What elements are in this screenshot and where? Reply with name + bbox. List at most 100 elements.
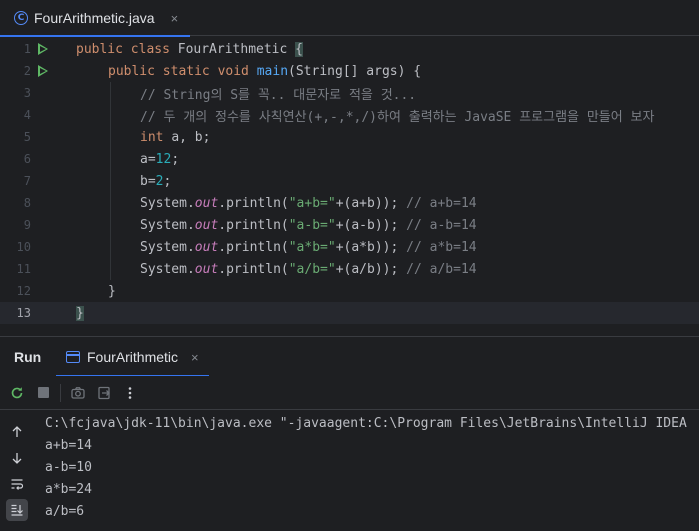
code-line[interactable]: 13} — [0, 302, 699, 324]
console-line: a*b=24 — [45, 481, 92, 497]
editor-tab-bar: C FourArithmetic.java × — [0, 0, 699, 37]
indent-guide — [110, 104, 111, 126]
code-text: a= 12; — [69, 148, 179, 170]
code-token: // a+b=14 — [406, 195, 477, 211]
gutter — [31, 65, 69, 77]
code-token: .println( — [218, 239, 289, 255]
arrow-down-icon[interactable] — [6, 447, 28, 469]
console-line: a+b=14 — [45, 437, 92, 453]
run-config-tab[interactable]: FourArithmetic × — [56, 337, 209, 377]
line-number: 3 — [23, 86, 31, 100]
code-text: System. out .println("a*b=" +(a*b)); // a*b… — [69, 236, 477, 258]
code-token: } — [108, 283, 116, 299]
run-gutter-icon[interactable] — [38, 43, 48, 55]
code-token: a, b; — [171, 129, 211, 145]
run-gutter-icon[interactable] — [38, 65, 48, 77]
code-line[interactable]: 4 // 두 개의 정수를 사칙연산(+,-,*,/)하여 출력하는 JavaSE… — [0, 104, 699, 126]
code-line[interactable]: 8 System. out .println("a+b=" +(a+b)); // a+… — [0, 192, 699, 214]
code-line[interactable]: 3 // String의 S를 꼭.. 대문자로 적을 것... — [0, 82, 699, 104]
code-text: // String의 S를 꼭.. 대문자로 적을 것... — [69, 82, 416, 104]
code-line[interactable]: 11 System. out .println("a/b=" +(a/b)); // a… — [0, 258, 699, 280]
scroll-to-end-icon[interactable] — [6, 499, 28, 521]
code-editor[interactable]: 1 public class FourArithmetic { 2 public st… — [0, 37, 699, 327]
code-token: { — [295, 41, 303, 57]
code-token: int — [140, 129, 172, 145]
console-output[interactable]: C:\fcjava\jdk-11\bin\java.exe "-javaagen… — [45, 411, 699, 531]
line-number: 13 — [16, 306, 31, 320]
indent-guide — [110, 148, 111, 170]
code-line[interactable]: 7 b= 2; — [0, 170, 699, 192]
code-token: .println( — [218, 195, 289, 211]
code-line[interactable]: 6 a= 12; — [0, 148, 699, 170]
code-token: +(a-b)); — [335, 217, 407, 233]
arrow-up-icon[interactable] — [6, 421, 28, 443]
camera-icon[interactable] — [67, 382, 89, 404]
code-token: public static void — [108, 63, 257, 79]
rerun-icon[interactable] — [6, 382, 28, 404]
code-token: out — [194, 239, 219, 255]
code-token: "a+b=" — [288, 195, 336, 211]
code-line[interactable]: 1 public class FourArithmetic { — [0, 38, 699, 60]
code-token: 12 — [155, 151, 172, 167]
code-token: (String[] args) { — [288, 63, 422, 79]
code-token: // a*b=14 — [406, 239, 477, 255]
code-token: +(a*b)); — [335, 239, 407, 255]
code-token: FourArithmetic — [177, 41, 296, 57]
line-number: 2 — [23, 64, 31, 78]
code-token: System. — [140, 261, 195, 277]
more-icon[interactable] — [119, 382, 141, 404]
line-number: 5 — [23, 130, 31, 144]
indent-guide — [110, 170, 111, 192]
run-panel-header: Run FourArithmetic × — [0, 336, 699, 377]
line-number: 9 — [23, 218, 31, 232]
exit-icon[interactable] — [93, 382, 115, 404]
indent-guide — [110, 192, 111, 214]
code-token: out — [194, 195, 219, 211]
code-text: System. out .println("a+b=" +(a+b)); // a+b… — [69, 192, 477, 214]
close-icon[interactable]: × — [191, 350, 199, 365]
code-token: System. — [140, 217, 195, 233]
code-text: public static void main (String[] args) { — [69, 60, 421, 82]
code-token: out — [194, 217, 219, 233]
file-tab-label: FourArithmetic.java — [34, 10, 155, 26]
soft-wrap-icon[interactable] — [6, 473, 28, 495]
code-line[interactable]: 2 public static void main (String[] args) … — [0, 60, 699, 82]
code-token: "a*b=" — [288, 239, 336, 255]
run-panel-title: Run — [14, 349, 42, 365]
code-token: ; — [163, 173, 172, 189]
code-text: // 두 개의 정수를 사칙연산(+,-,*,/)하여 출력하는 JavaSE … — [69, 104, 654, 126]
console-icon — [66, 351, 80, 363]
run-config-tab-label: FourArithmetic — [87, 349, 179, 365]
stop-icon[interactable] — [32, 382, 54, 404]
toolbar-divider — [60, 383, 61, 402]
indent-guide — [110, 214, 111, 236]
console-line: a/b=6 — [45, 503, 85, 519]
file-tab[interactable]: C FourArithmetic.java × — [0, 0, 191, 37]
code-token: main — [256, 63, 289, 79]
code-text: } — [69, 280, 116, 302]
code-token: .println( — [218, 261, 289, 277]
code-line[interactable]: 5 int a, b; — [0, 126, 699, 148]
line-number: 1 — [23, 42, 31, 56]
code-token: System. — [140, 195, 195, 211]
run-toolbar — [0, 376, 699, 410]
code-token: +(a/b)); — [335, 261, 407, 277]
code-token: b= — [140, 173, 156, 189]
code-token: // a/b=14 — [406, 261, 477, 277]
java-class-icon: C — [14, 11, 28, 25]
code-token: "a/b=" — [288, 261, 336, 277]
console-line: a-b=10 — [45, 459, 92, 475]
indent-guide — [110, 82, 111, 104]
code-line[interactable]: 12} — [0, 280, 699, 302]
code-line[interactable]: 10 System. out .println("a*b=" +(a*b)); // a… — [0, 236, 699, 258]
close-icon[interactable]: × — [171, 11, 179, 26]
line-number: 11 — [16, 262, 31, 276]
code-line[interactable]: 9 System. out .println("a-b=" +(a-b)); // a-… — [0, 214, 699, 236]
code-token: } — [76, 305, 84, 321]
code-text: int a, b; — [69, 126, 210, 148]
line-number: 10 — [16, 240, 31, 254]
code-token: // 두 개의 정수를 사칙연산(+,-,*,/)하여 출력하는 JavaSE … — [140, 109, 655, 125]
indent-guide — [110, 236, 111, 258]
code-text: System. out .println("a-b=" +(a-b)); // a-b… — [69, 214, 477, 236]
code-token: a= — [140, 151, 156, 167]
